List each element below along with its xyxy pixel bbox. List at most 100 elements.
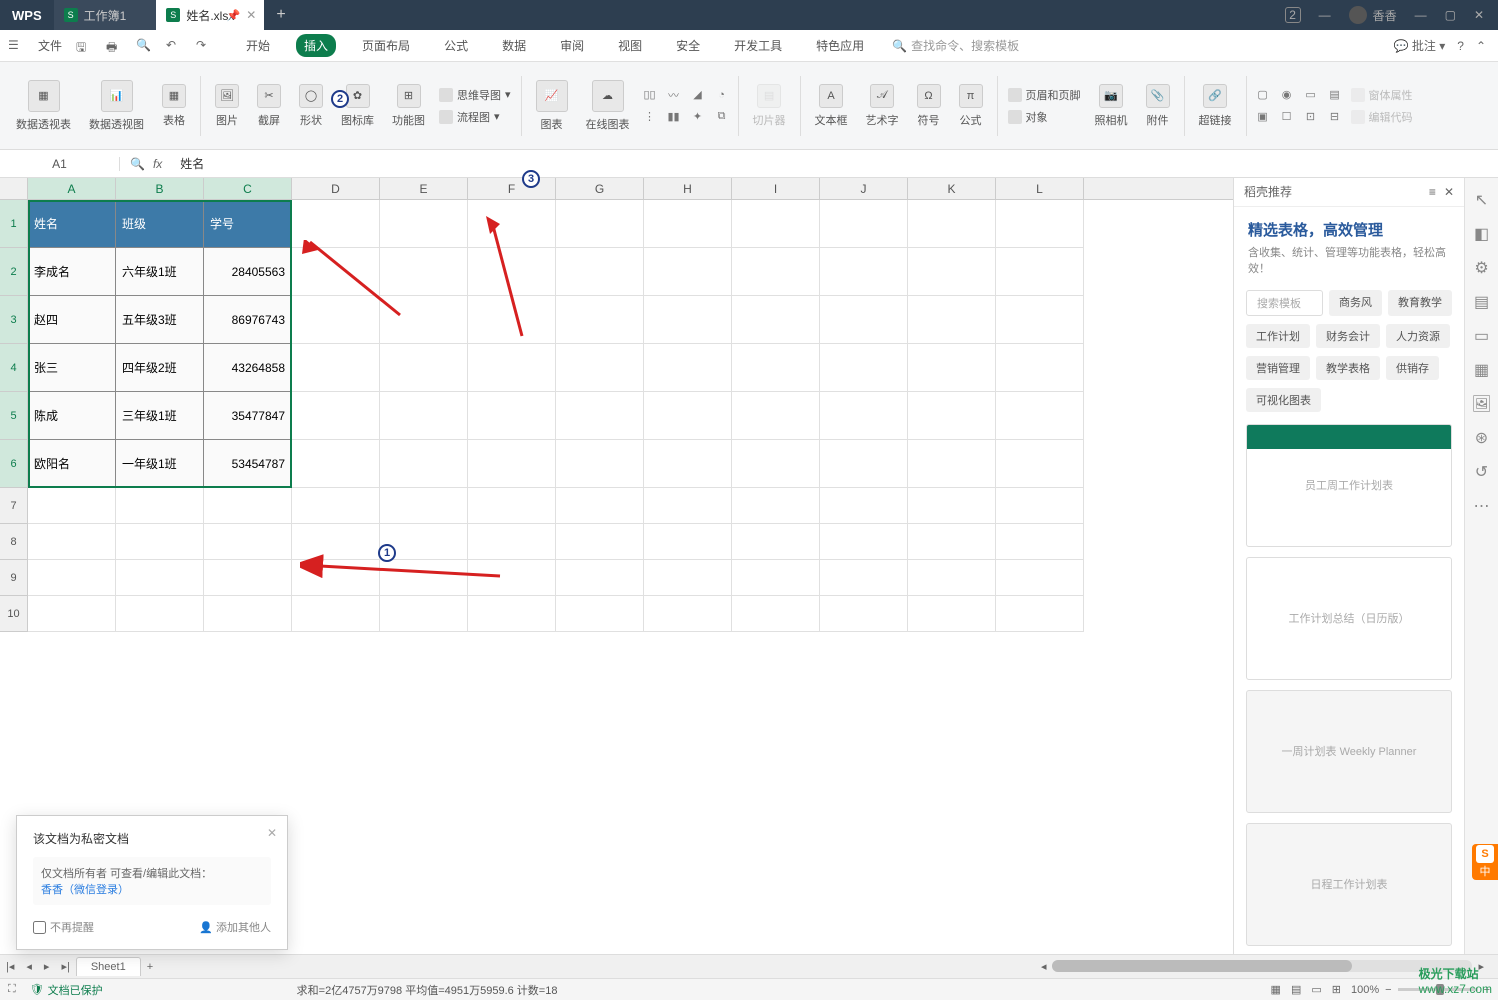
cell[interactable] (556, 392, 644, 440)
cell[interactable]: 张三 (28, 344, 116, 392)
row-header[interactable]: 9 (0, 560, 28, 596)
popup-close-icon[interactable]: ✕ (267, 826, 277, 840)
cell[interactable] (820, 488, 908, 524)
add-sheet-button[interactable]: + (141, 961, 159, 973)
tab-formula[interactable]: 公式 (436, 34, 476, 57)
panel-close-icon[interactable]: ✕ (1444, 185, 1454, 199)
row-header[interactable]: 6 (0, 440, 28, 488)
equation-button[interactable]: π公式 (951, 80, 991, 132)
column-header[interactable]: B (116, 178, 204, 199)
cell[interactable] (292, 488, 380, 524)
help-icon[interactable]: ? (1457, 39, 1464, 53)
form-control-icon[interactable]: ▤ (1325, 85, 1345, 105)
cell[interactable] (380, 560, 468, 596)
column-header[interactable]: J (820, 178, 908, 199)
window-minimize[interactable]: — (1319, 8, 1331, 22)
select-icon[interactable]: ↖ (1472, 190, 1492, 210)
cell[interactable] (292, 344, 380, 392)
column-header[interactable]: C (204, 178, 292, 199)
owner-link[interactable]: 香香（微信登录） (41, 884, 129, 896)
cell[interactable] (292, 560, 380, 596)
cell[interactable] (820, 560, 908, 596)
shape-button[interactable]: ◯形状 (291, 80, 331, 132)
select-all-corner[interactable] (0, 178, 28, 199)
cell[interactable]: 陈成 (28, 392, 116, 440)
cell[interactable]: 六年级1班 (116, 248, 204, 296)
cell[interactable] (380, 488, 468, 524)
cell[interactable] (996, 248, 1084, 296)
sheet-nav-last[interactable]: ▸| (55, 960, 75, 973)
cell[interactable] (908, 524, 996, 560)
cell[interactable] (732, 440, 820, 488)
form-control-icon[interactable]: ▣ (1253, 107, 1273, 127)
cell[interactable]: 一年级1班 (116, 440, 204, 488)
column-header[interactable]: D (292, 178, 380, 199)
template-card[interactable]: 员工周工作计划表 (1246, 424, 1452, 547)
settings-icon[interactable]: ⚙ (1472, 258, 1492, 278)
image-icon[interactable]: 🖼 (1472, 394, 1492, 414)
form-control-icon[interactable]: ◉ (1277, 85, 1297, 105)
cell[interactable] (380, 248, 468, 296)
cell[interactable] (292, 440, 380, 488)
collapse-ribbon-icon[interactable]: ⌃ (1476, 39, 1486, 53)
cell[interactable] (820, 200, 908, 248)
row-header[interactable]: 2 (0, 248, 28, 296)
cell[interactable] (292, 524, 380, 560)
object-button[interactable]: 对象 (1004, 107, 1085, 127)
cell[interactable] (996, 440, 1084, 488)
template-card[interactable]: 工作计划总结（日历版） (1246, 557, 1452, 680)
cell[interactable] (380, 200, 468, 248)
app-maximize-icon[interactable]: ▢ (1445, 8, 1456, 22)
tab-start[interactable]: 开始 (238, 34, 278, 57)
cell[interactable]: 赵四 (28, 296, 116, 344)
pivot-chart-button[interactable]: 📊数据透视图 (81, 76, 152, 136)
cell[interactable] (996, 488, 1084, 524)
cell[interactable] (732, 344, 820, 392)
grid-body[interactable]: 1姓名班级学号2李成名六年级1班284055633赵四五年级3班86976743… (0, 200, 1233, 632)
horizontal-scrollbar[interactable]: ◂ ▸ (159, 960, 1498, 973)
add-others-button[interactable]: 👤 添加其他人 (199, 919, 271, 935)
view-pagebreak-icon[interactable]: ▤ (1291, 983, 1301, 996)
cell[interactable] (996, 524, 1084, 560)
app-close-icon[interactable]: ✕ (1474, 8, 1484, 22)
pivot-table-button[interactable]: ▦数据透视表 (8, 76, 79, 136)
cell[interactable] (996, 344, 1084, 392)
camera-button[interactable]: 📷照相机 (1087, 80, 1136, 132)
sheet-nav-prev[interactable]: ◂ (20, 960, 38, 973)
chart-button[interactable]: 📈图表 (528, 76, 576, 136)
header-footer-button[interactable]: 页眉和页脚 (1004, 85, 1085, 105)
cell[interactable] (116, 524, 204, 560)
cell[interactable] (380, 440, 468, 488)
chart-scatter-icon[interactable]: ⋮ (640, 107, 660, 127)
column-header[interactable]: I (732, 178, 820, 199)
flowchart-button[interactable]: 流程图 ▾ (435, 107, 515, 127)
cell[interactable] (996, 392, 1084, 440)
textbox-button[interactable]: A文本框 (807, 80, 856, 132)
cell[interactable] (644, 524, 732, 560)
form-control-icon[interactable]: ▢ (1253, 85, 1273, 105)
cell[interactable] (116, 560, 204, 596)
tab-review[interactable]: 审阅 (552, 34, 592, 57)
layers-icon[interactable]: ▤ (1472, 292, 1492, 312)
view-reading-icon[interactable]: ▭ (1311, 983, 1321, 996)
tab-insert[interactable]: 插入 (296, 34, 336, 57)
cell[interactable] (732, 596, 820, 632)
row-header[interactable]: 4 (0, 344, 28, 392)
cell[interactable] (820, 440, 908, 488)
view-custom-icon[interactable]: ⊞ (1332, 983, 1341, 996)
chart-area-icon[interactable]: ◢ (688, 85, 708, 105)
cell[interactable] (556, 440, 644, 488)
filter-chip[interactable]: 可视化图表 (1246, 388, 1321, 412)
cell[interactable] (556, 200, 644, 248)
cell[interactable] (732, 560, 820, 596)
cell[interactable] (292, 392, 380, 440)
cell[interactable] (380, 524, 468, 560)
filter-chip[interactable]: 营销管理 (1246, 356, 1310, 380)
command-search[interactable]: 🔍 查找命令、搜索模板 (892, 37, 1019, 54)
cell[interactable] (556, 524, 644, 560)
row-header[interactable]: 1 (0, 200, 28, 248)
chart-radar-icon[interactable]: ✦ (688, 107, 708, 127)
row-header[interactable]: 8 (0, 524, 28, 560)
cell[interactable]: 李成名 (28, 248, 116, 296)
cell[interactable] (996, 296, 1084, 344)
